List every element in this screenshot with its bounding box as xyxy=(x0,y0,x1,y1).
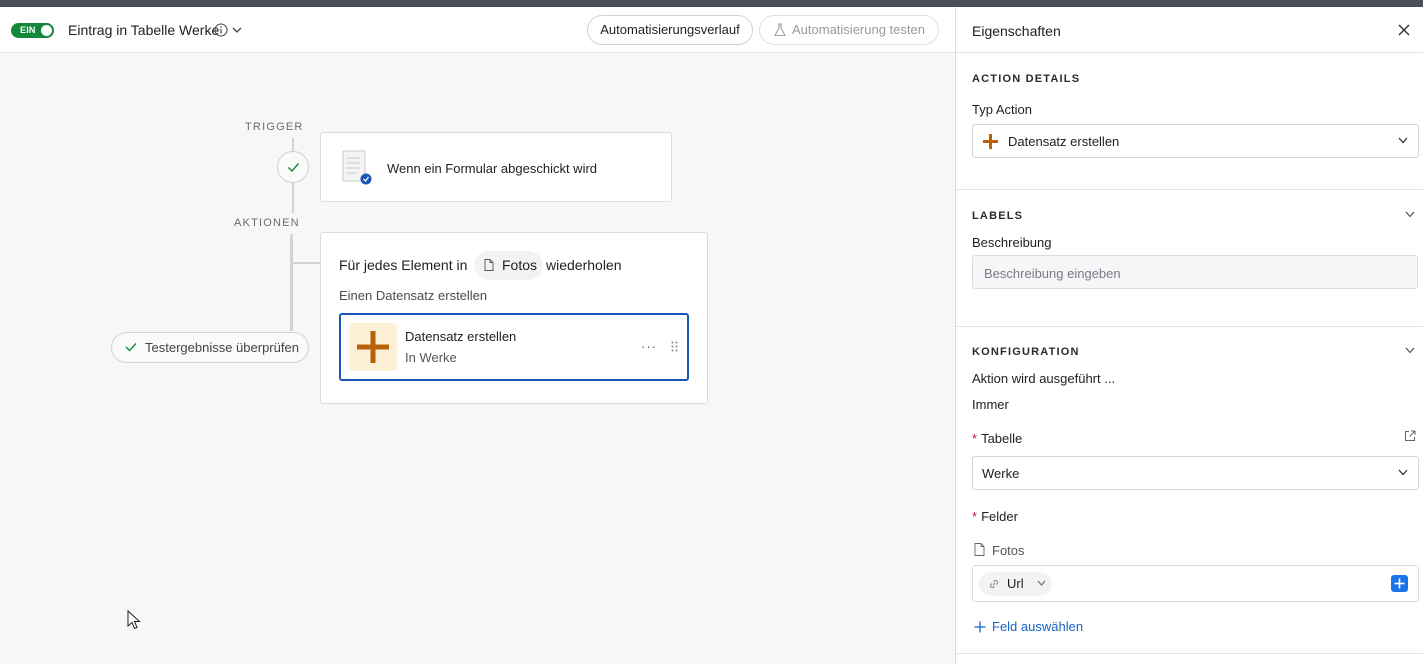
mouse-cursor-icon xyxy=(127,610,141,630)
fields-label: * Felder xyxy=(972,509,1018,524)
actions-section-label: AKTIONEN xyxy=(234,217,300,229)
action-subtitle: In Werke xyxy=(405,350,457,365)
table-value: Werke xyxy=(982,466,1020,481)
window-top-bar xyxy=(0,0,1423,7)
run-condition-value[interactable]: Immer xyxy=(972,397,1009,412)
select-field-button[interactable]: Feld auswählen xyxy=(974,619,1083,634)
url-chip-label: Url xyxy=(1007,576,1024,591)
trigger-status-circle xyxy=(277,151,309,183)
divider xyxy=(956,52,1423,53)
panel-title: Eigenschaften xyxy=(972,23,1061,39)
configuration-heading: KONFIGURATION xyxy=(972,346,1080,358)
trigger-section-label: TRIGGER xyxy=(245,121,304,133)
required-marker: * xyxy=(972,509,978,524)
divider xyxy=(956,326,1423,327)
plus-icon xyxy=(983,134,998,149)
action-details-heading: ACTION DETAILS xyxy=(972,73,1081,85)
chevron-down-icon xyxy=(1037,580,1046,586)
plus-icon xyxy=(1394,578,1405,589)
drag-handle-icon[interactable] xyxy=(671,341,678,352)
url-chip[interactable]: Url xyxy=(979,572,1052,596)
connector-line xyxy=(292,183,294,213)
review-button-label: Testergebnisse überprüfen xyxy=(145,340,299,355)
chevron-down-icon xyxy=(1398,137,1408,144)
create-record-action-card[interactable]: Datensatz erstellen In Werke ··· xyxy=(339,313,689,381)
automation-enabled-toggle[interactable]: EIN xyxy=(11,23,54,38)
info-icon[interactable] xyxy=(214,23,228,37)
chevron-down-icon[interactable] xyxy=(232,25,242,35)
trigger-description: Wenn ein Formular abgeschickt wird xyxy=(387,161,598,176)
action-type-label: Typ Action xyxy=(972,102,1032,117)
description-placeholder: Beschreibung eingeben xyxy=(984,266,1121,281)
loop-subtitle: Einen Datensatz erstellen xyxy=(339,288,488,303)
insert-value-button[interactable] xyxy=(1391,575,1408,592)
divider xyxy=(956,189,1423,190)
document-icon xyxy=(974,543,985,556)
loop-chip-label: Fotos xyxy=(502,257,538,273)
plus-icon xyxy=(974,621,986,633)
more-options-icon[interactable]: ··· xyxy=(641,339,657,354)
check-icon xyxy=(125,343,137,352)
toggle-knob xyxy=(41,25,52,36)
loop-prefix: Für jedes Element in xyxy=(339,257,468,273)
loop-suffix: wiederholen xyxy=(546,257,622,273)
form-icon xyxy=(342,150,372,185)
link-icon xyxy=(989,579,999,589)
action-type-select[interactable]: Datensatz erstellen xyxy=(972,124,1419,158)
close-icon[interactable] xyxy=(1398,24,1410,36)
automation-title[interactable]: Eintrag in Tabelle Werke xyxy=(68,22,219,38)
description-label: Beschreibung xyxy=(972,235,1052,250)
action-title: Datensatz erstellen xyxy=(405,329,517,344)
plus-icon xyxy=(357,331,389,363)
review-test-results-button[interactable]: Testergebnisse überprüfen xyxy=(111,332,309,363)
fields-label-text: Felder xyxy=(981,509,1018,524)
table-label-text: Tabelle xyxy=(981,431,1023,446)
loop-source-chip[interactable]: Fotos xyxy=(474,251,543,280)
automation-history-button[interactable]: Automatisierungsverlauf xyxy=(587,15,753,45)
properties-panel: Eigenschaften ACTION DETAILS Typ Action … xyxy=(955,7,1423,664)
action-type-value: Datensatz erstellen xyxy=(1008,134,1120,149)
description-input[interactable]: Beschreibung eingeben xyxy=(972,255,1418,289)
labels-heading: LABELS xyxy=(972,210,1024,222)
connector-line xyxy=(292,138,294,152)
required-marker: * xyxy=(972,431,978,446)
connector-line xyxy=(290,234,293,331)
table-label: * Tabelle xyxy=(972,431,1022,446)
chevron-down-icon xyxy=(1398,469,1408,476)
field-name: Fotos xyxy=(992,543,1025,558)
flask-icon xyxy=(774,23,786,37)
test-automation-button[interactable]: Automatisierung testen xyxy=(759,15,939,45)
check-icon xyxy=(288,163,300,173)
trigger-card[interactable]: Wenn ein Formular abgeschickt wird xyxy=(320,132,672,202)
table-select[interactable]: Werke xyxy=(972,456,1419,490)
test-button-label: Automatisierung testen xyxy=(792,22,925,37)
select-field-label: Feld auswählen xyxy=(992,619,1084,634)
automation-header: EIN Eintrag in Tabelle Werke Automatisie… xyxy=(0,7,955,53)
loop-card[interactable]: Für jedes Element in Fotos wiederholen E… xyxy=(320,232,708,404)
toggle-label: EIN xyxy=(20,25,36,35)
chevron-down-icon[interactable] xyxy=(1405,347,1415,354)
workflow-canvas: TRIGGER Wenn ein Formular abgeschickt wi… xyxy=(0,54,955,664)
external-link-icon[interactable] xyxy=(1404,430,1416,442)
run-condition-label: Aktion wird ausgeführt ... xyxy=(972,371,1116,386)
divider xyxy=(956,653,1423,654)
connector-branch-line xyxy=(291,262,321,264)
field-value-input[interactable]: Url xyxy=(972,565,1419,602)
document-icon xyxy=(484,259,494,271)
chevron-down-icon[interactable] xyxy=(1405,211,1415,218)
field-name-row: Fotos xyxy=(974,543,1025,558)
plus-action-icon xyxy=(349,323,397,371)
